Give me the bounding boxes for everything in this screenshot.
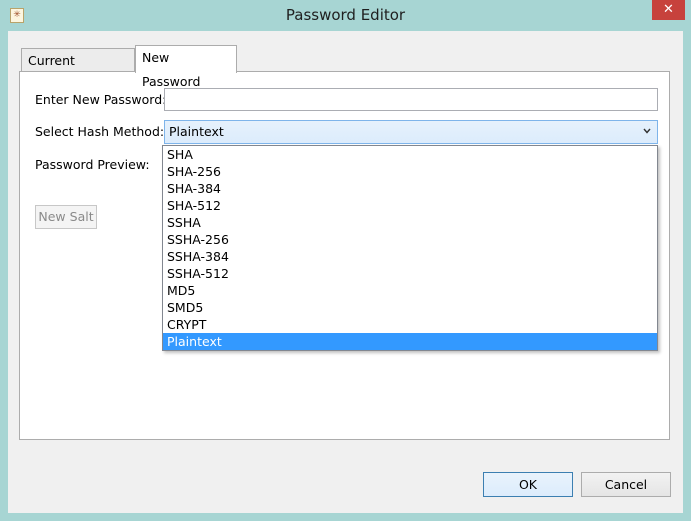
hash-method-select[interactable]: Plaintext bbox=[164, 120, 658, 144]
dropdown-option-sha[interactable]: SHA bbox=[163, 146, 657, 163]
dropdown-option-sha-256[interactable]: SHA-256 bbox=[163, 163, 657, 180]
dropdown-option-smd5[interactable]: SMD5 bbox=[163, 299, 657, 316]
dropdown-option-ssha-512[interactable]: SSHA-512 bbox=[163, 265, 657, 282]
dropdown-option-ssha[interactable]: SSHA bbox=[163, 214, 657, 231]
window-title: Password Editor bbox=[285, 6, 406, 24]
dropdown-option-sha-384[interactable]: SHA-384 bbox=[163, 180, 657, 197]
title-bar[interactable]: ✳ Password Editor ✕ bbox=[0, 0, 691, 31]
password-editor-window: ✳ Password Editor ✕ Current Password New… bbox=[0, 0, 691, 521]
ok-button[interactable]: OK bbox=[483, 472, 573, 497]
password-preview-label: Password Preview: bbox=[35, 157, 150, 172]
dropdown-option-crypt[interactable]: CRYPT bbox=[163, 316, 657, 333]
dropdown-option-plaintext[interactable]: Plaintext bbox=[163, 333, 657, 350]
hash-method-value: Plaintext bbox=[169, 124, 224, 139]
tab-new-password[interactable]: New Password bbox=[135, 45, 237, 89]
close-icon[interactable]: ✕ bbox=[652, 0, 685, 20]
hash-method-dropdown-list: SHA SHA-256 SHA-384 SHA-512 SSHA SSHA-25… bbox=[162, 145, 658, 351]
dropdown-option-sha-512[interactable]: SHA-512 bbox=[163, 197, 657, 214]
cancel-button[interactable]: Cancel bbox=[581, 472, 671, 497]
new-password-field[interactable] bbox=[164, 88, 658, 111]
new-password-label: Enter New Password: bbox=[35, 92, 167, 107]
new-salt-button: New Salt bbox=[35, 205, 97, 229]
dialog-body: Current Password New Password Enter New … bbox=[8, 31, 683, 513]
dropdown-option-ssha-384[interactable]: SSHA-384 bbox=[163, 248, 657, 265]
tab-current-password[interactable]: Current Password bbox=[21, 48, 135, 92]
chevron-down-icon bbox=[643, 128, 651, 134]
hash-method-label: Select Hash Method: bbox=[35, 124, 165, 139]
dropdown-option-md5[interactable]: MD5 bbox=[163, 282, 657, 299]
dropdown-option-ssha-256[interactable]: SSHA-256 bbox=[163, 231, 657, 248]
